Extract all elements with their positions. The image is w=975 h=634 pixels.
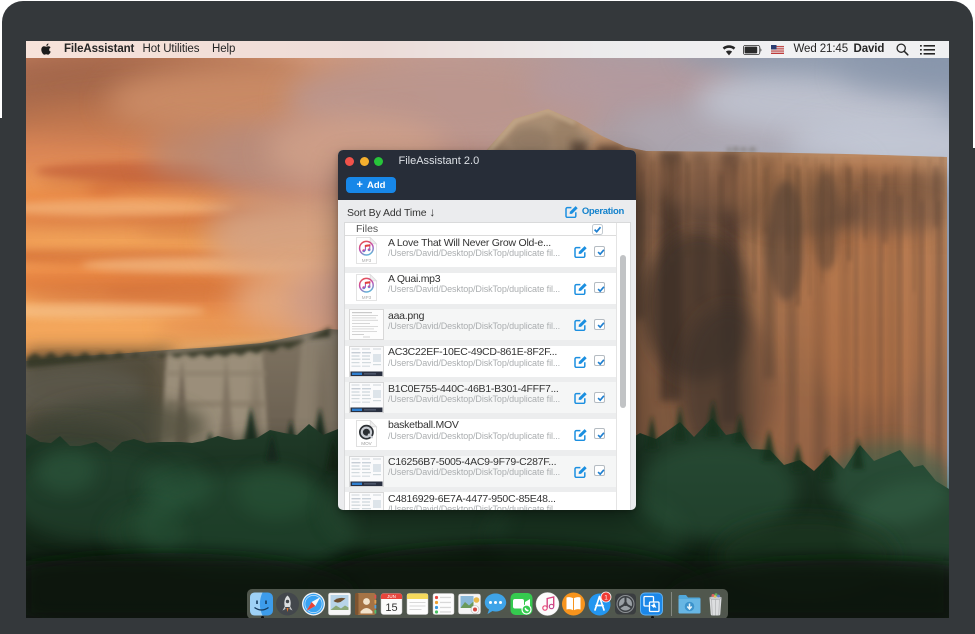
svg-text:JUN: JUN <box>387 594 396 599</box>
svg-text:15: 15 <box>385 602 397 614</box>
svg-text:1: 1 <box>604 594 608 601</box>
